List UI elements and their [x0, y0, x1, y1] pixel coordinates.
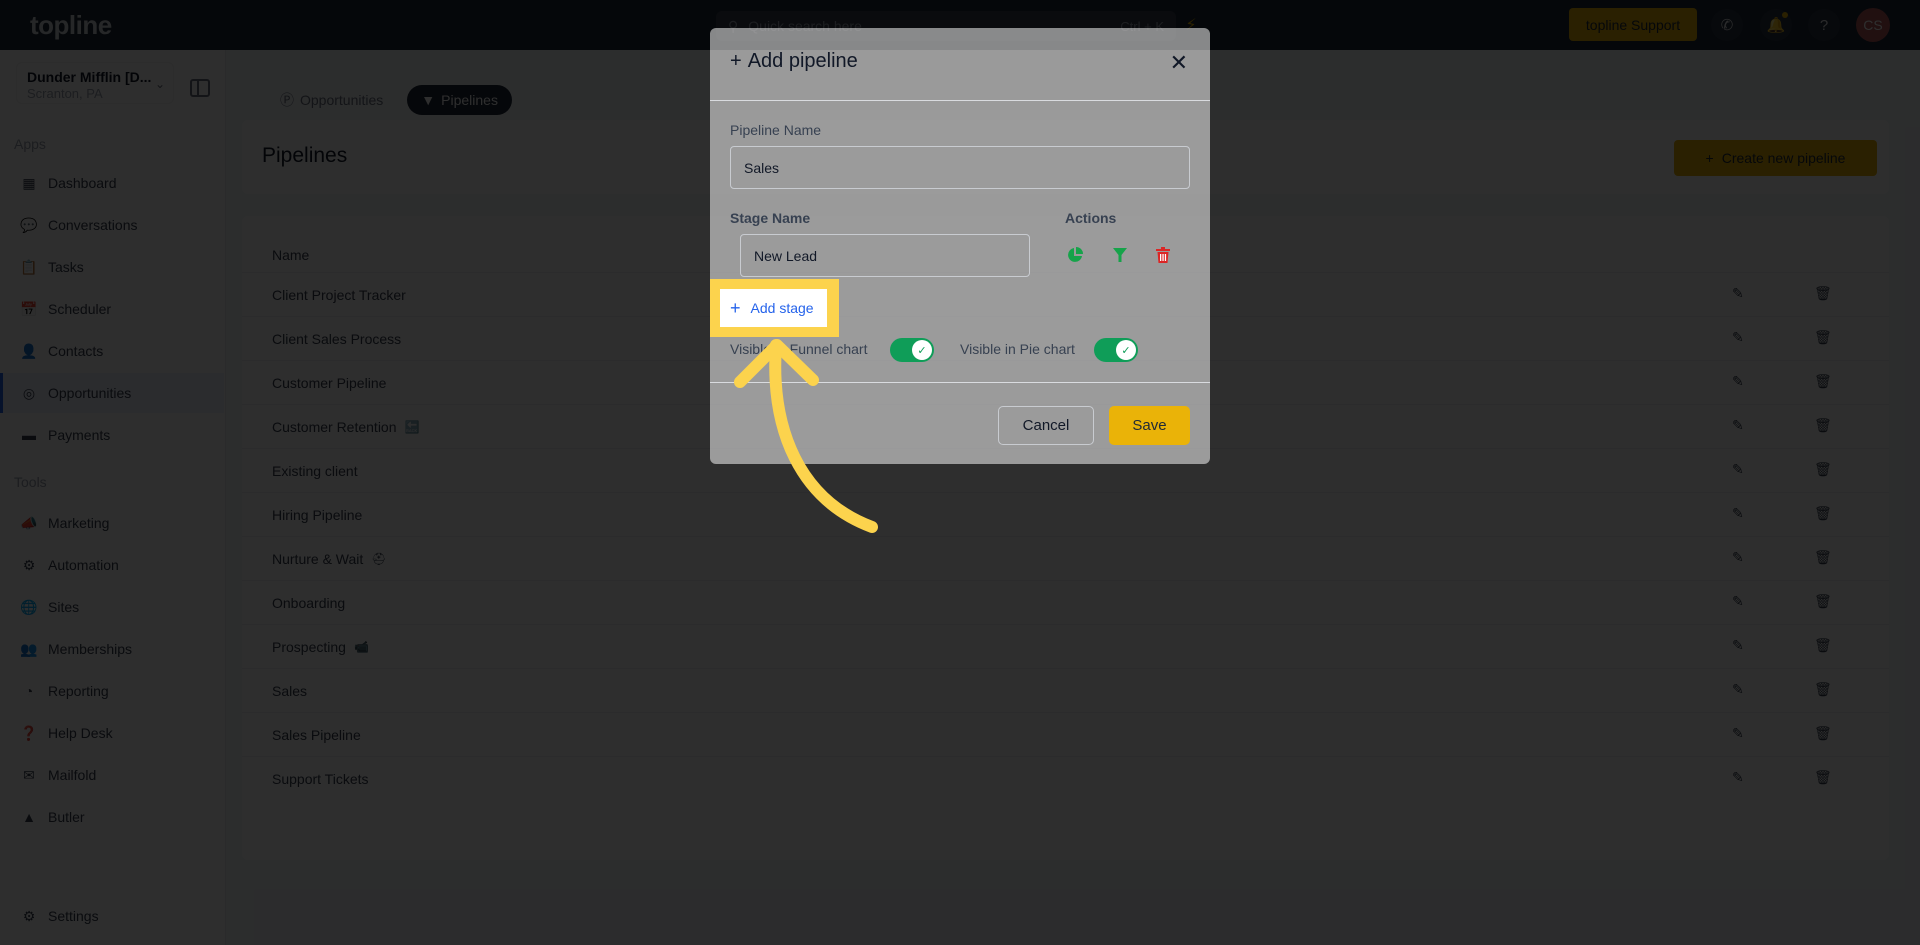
- funnel-toggle-label: Visible in Funnel chart: [730, 341, 868, 357]
- close-icon[interactable]: ✕: [1170, 50, 1188, 76]
- pie-chart-toggle[interactable]: ✓: [1094, 338, 1138, 362]
- plus-icon: +: [730, 297, 741, 318]
- pie-chart-icon[interactable]: [1066, 246, 1084, 264]
- modal-header-divider: [710, 100, 1210, 101]
- check-icon: ✓: [1116, 340, 1136, 360]
- check-icon: ✓: [912, 340, 932, 360]
- pie-toggle-label: Visible in Pie chart: [960, 341, 1075, 357]
- actions-label: Actions: [1065, 210, 1117, 226]
- save-button[interactable]: Save: [1109, 406, 1190, 445]
- pipeline-name-input[interactable]: Sales: [730, 146, 1190, 189]
- modal-title-text: Add pipeline: [747, 50, 858, 72]
- plus-icon: +: [730, 50, 742, 72]
- stage-name-label: Stage Name: [730, 210, 811, 226]
- add-stage-button[interactable]: + Add stage: [720, 289, 827, 327]
- cancel-button[interactable]: Cancel: [998, 406, 1094, 445]
- pipeline-name-label: Pipeline Name: [730, 122, 822, 138]
- add-pipeline-modal: + Add pipeline ✕ Pipeline Name Sales Stag…: [710, 28, 1210, 464]
- add-stage-label: Add stage: [750, 300, 814, 316]
- modal-footer-divider: [710, 382, 1210, 383]
- trash-icon[interactable]: [1154, 246, 1172, 264]
- funnel-icon[interactable]: [1111, 246, 1129, 264]
- stage-name-input[interactable]: New Lead: [740, 234, 1030, 277]
- funnel-chart-toggle[interactable]: ✓: [890, 338, 934, 362]
- modal-title: + Add pipeline: [730, 50, 858, 73]
